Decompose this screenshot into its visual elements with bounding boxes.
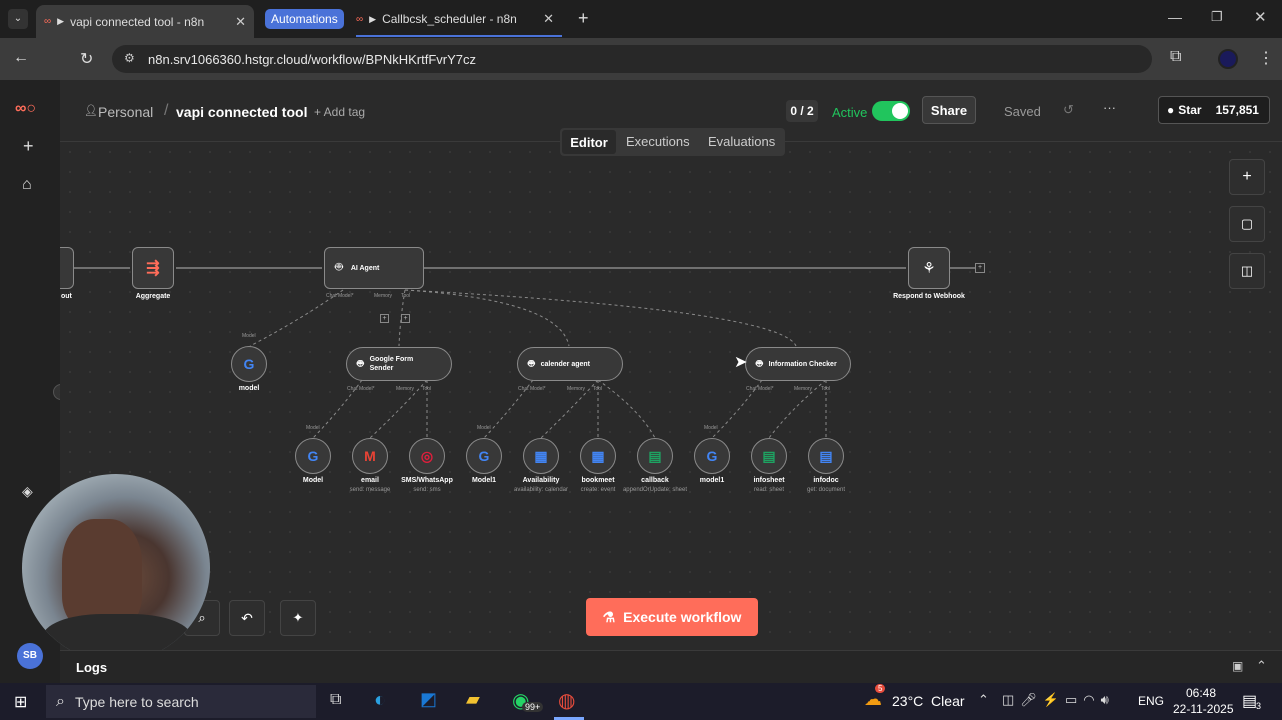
notification-badge: 3 xyxy=(1256,701,1262,711)
language-indicator[interactable]: ENG xyxy=(1138,694,1164,708)
clock-date[interactable]: 22-11-2025 xyxy=(1173,702,1234,716)
undo-icon[interactable]: ↶ xyxy=(229,600,265,636)
calender-agent-label: calender agent xyxy=(540,360,591,368)
docs-icon: ▤ xyxy=(819,447,833,464)
information-checker-node[interactable]: 🤖︎ Information Checker xyxy=(745,347,851,381)
tool-sub: get: document xyxy=(806,487,846,493)
tool-sub: appendOrUpdate: sheet xyxy=(622,487,688,493)
gmail-icon: M xyxy=(364,448,376,464)
taskbar-search[interactable]: ⌕ Type here to search xyxy=(46,685,316,718)
left-cut-node[interactable] xyxy=(60,247,74,289)
tidy-up-icon[interactable]: ✦ xyxy=(280,600,316,636)
whatsapp-badge: 99+ xyxy=(522,702,544,712)
logs-expand-icon[interactable]: ⌃ xyxy=(1256,658,1267,674)
respond-webhook-node[interactable]: ⚘ xyxy=(908,247,950,289)
taskbar-search-text: Type here to search xyxy=(74,693,199,710)
port-tool: Tool xyxy=(401,293,411,299)
tool-sub: send: sms xyxy=(413,487,441,493)
model-port-label: Model xyxy=(704,425,718,431)
port-chat-model: Chat Model* xyxy=(746,386,774,392)
tool-infodoc-node[interactable]: ▤ xyxy=(808,438,844,474)
model-port-label: Model xyxy=(242,333,256,339)
tool-infosheet-node[interactable]: ▤ xyxy=(751,438,787,474)
port-memory: Memory xyxy=(567,386,586,392)
port-memory: Memory xyxy=(794,386,813,392)
mouse-cursor-icon: ➤ xyxy=(734,354,748,371)
add-memory-port[interactable]: + xyxy=(380,314,389,323)
weather-badge: 5 xyxy=(875,684,886,693)
tray-icons[interactable]: ◫🎤︎⚡▭◠🔊︎ xyxy=(1002,692,1115,708)
robot-icon: 🤖︎ xyxy=(756,357,763,370)
respond-webhook-label: Respond to Webhook xyxy=(893,293,965,300)
logs-popout-icon[interactable]: ▣ xyxy=(1232,659,1243,673)
calender-agent-node[interactable]: 🤖︎ calender agent xyxy=(517,347,623,381)
chrome-icon[interactable]: ◍ xyxy=(558,688,575,713)
calendar-icon: ▦ xyxy=(591,447,605,464)
notification-icon[interactable]: ▤ xyxy=(1242,691,1257,711)
port-tool: Tool xyxy=(422,386,432,392)
port-memory: Memory xyxy=(396,386,415,392)
robot-icon: 🤖︎ xyxy=(357,357,364,370)
ai-agent-label: AI Agent xyxy=(350,264,380,272)
logs-bar[interactable]: Logs ▣ ⌃ xyxy=(60,650,1282,683)
weather-text[interactable]: 23°C Clear xyxy=(892,693,965,709)
port-chat-model: Chat Model* xyxy=(347,386,375,392)
sms-icon: ◎ xyxy=(420,447,434,464)
port-chat-model: Chat Model* xyxy=(326,293,354,299)
calendar-icon: ▦ xyxy=(534,447,548,464)
aggregate-label: Aggregate xyxy=(135,293,171,300)
execute-label: Execute workflow xyxy=(623,609,742,625)
flask-icon: ⚗ xyxy=(602,608,616,625)
task-view-icon[interactable]: ⧉ xyxy=(330,691,341,709)
logs-label: Logs xyxy=(76,660,108,675)
execute-workflow-button[interactable]: ⚗ Execute workflow xyxy=(586,598,758,636)
port-tool: Tool xyxy=(821,386,831,392)
webcam-overlay xyxy=(22,474,210,662)
left-cut-label: out xyxy=(61,293,72,300)
tool-model1-node[interactable]: G xyxy=(466,438,502,474)
aggregate-node[interactable]: ⇶ xyxy=(132,247,174,289)
clock-time[interactable]: 06:48 xyxy=(1186,686,1216,700)
robot-icon: 🤖︎ xyxy=(335,259,343,274)
windows-taskbar: ⊞ ⌕ Type here to search ⧉ ◐ ◩ ▰ ◉ 99+ ◍ … xyxy=(0,683,1282,720)
port-chat-model: Chat Model* xyxy=(518,386,546,392)
tool-sms-node[interactable]: ◎ xyxy=(409,438,445,474)
sheets-icon: ▤ xyxy=(648,447,662,464)
google-form-sender-label: Google Form Sender xyxy=(369,356,414,372)
tray-chevron-icon[interactable]: ⌃ xyxy=(978,692,989,708)
google-model-node[interactable]: G xyxy=(231,346,267,382)
tool-availability-node[interactable]: ▦ xyxy=(523,438,559,474)
robot-icon: 🤖︎ xyxy=(528,357,535,370)
ai-agent-node[interactable]: 🤖︎ AI Agent xyxy=(324,247,424,289)
add-tool-port[interactable]: + xyxy=(401,314,410,323)
webcam-person xyxy=(62,519,142,629)
tool-email-node[interactable]: M xyxy=(352,438,388,474)
outlook-icon[interactable]: ◩ xyxy=(420,689,437,710)
google-icon: G xyxy=(706,448,718,464)
aggregate-icon: ⇶ xyxy=(146,260,160,277)
google-form-sender-node[interactable]: 🤖︎ Google Form Sender xyxy=(346,347,452,381)
tool-model1b-node[interactable]: G xyxy=(694,438,730,474)
edge-icon[interactable]: ◐ xyxy=(374,689,386,712)
model-port-label: Model xyxy=(477,425,491,431)
tool-callback-node[interactable]: ▤ xyxy=(637,438,673,474)
model-port-label: Model xyxy=(306,425,320,431)
google-icon: G xyxy=(307,448,319,464)
sheets-icon: ▤ xyxy=(762,447,776,464)
port-tool: Tool xyxy=(593,386,603,392)
windows-start-icon[interactable]: ⊞ xyxy=(14,692,27,712)
add-output-port[interactable]: + xyxy=(975,263,985,273)
tool-bookmeet-node[interactable]: ▦ xyxy=(580,438,616,474)
tool-label: infodoc xyxy=(813,477,839,484)
webhook-icon: ⚘ xyxy=(922,260,936,277)
search-icon: ⌕ xyxy=(56,692,65,710)
port-memory: Memory xyxy=(374,293,393,299)
file-explorer-icon[interactable]: ▰ xyxy=(466,689,480,710)
google-icon: G xyxy=(243,356,255,372)
google-icon: G xyxy=(478,448,490,464)
model-label: model xyxy=(238,385,260,392)
information-checker-label: Information Checker xyxy=(768,360,837,368)
tool-model-node[interactable]: G xyxy=(295,438,331,474)
